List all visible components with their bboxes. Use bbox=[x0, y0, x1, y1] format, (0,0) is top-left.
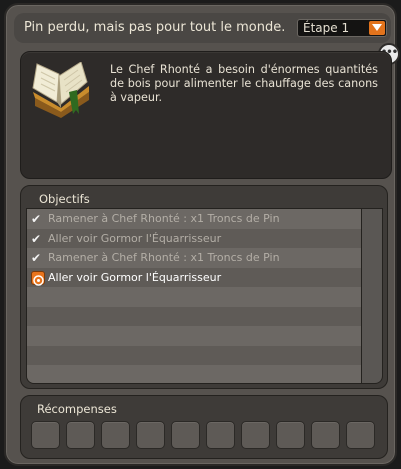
objective-row: ✔ Ramener à Chef Rhonté : x1 Troncs de P… bbox=[27, 209, 361, 229]
step-dropdown-value: Étape 1 bbox=[303, 21, 350, 35]
objective-label: Ramener à Chef Rhonté : x1 Troncs de Pin bbox=[48, 212, 280, 225]
objective-label: Aller voir Gormor l'Équarrisseur bbox=[48, 231, 222, 245]
open-book-icon bbox=[32, 62, 89, 118]
reward-slot[interactable] bbox=[31, 421, 60, 449]
objective-row: ✔ Aller voir Gormor l'Équarrisseur bbox=[27, 228, 361, 248]
reward-slot[interactable] bbox=[241, 421, 270, 449]
reward-slots bbox=[31, 421, 375, 449]
reward-slot[interactable] bbox=[311, 421, 340, 449]
reward-slot[interactable] bbox=[136, 421, 165, 449]
objective-row-empty bbox=[27, 365, 361, 383]
objectives-list: ✔ Ramener à Chef Rhonté : x1 Troncs de P… bbox=[26, 208, 362, 384]
target-icon[interactable] bbox=[31, 270, 45, 286]
quest-description-box: Le Chef Rhonté a besoin d'énormes quanti… bbox=[20, 51, 392, 179]
objective-row-empty bbox=[27, 287, 361, 307]
quest-description-text: Le Chef Rhonté a besoin d'énormes quanti… bbox=[110, 63, 378, 104]
dropdown-arrow-icon[interactable] bbox=[369, 21, 385, 35]
reward-slot[interactable] bbox=[206, 421, 235, 449]
objective-label: Ramener à Chef Rhonté : x1 Troncs de Pin bbox=[48, 251, 280, 264]
objective-label: Aller voir Gormor l'Équarrisseur bbox=[48, 270, 222, 284]
quest-title: Pin perdu, mais pas pour tout le monde. bbox=[24, 20, 286, 35]
reward-slot[interactable] bbox=[66, 421, 95, 449]
objective-row-empty bbox=[27, 306, 361, 326]
reward-slot[interactable] bbox=[171, 421, 200, 449]
reward-slot[interactable] bbox=[276, 421, 305, 449]
check-icon: ✔ bbox=[31, 231, 42, 246]
objective-row-empty bbox=[27, 326, 361, 346]
objectives-panel: Objectifs ✔ Ramener à Chef Rhonté : x1 T… bbox=[20, 185, 388, 389]
step-dropdown[interactable]: Étape 1 bbox=[297, 19, 387, 37]
check-icon: ✔ bbox=[31, 251, 42, 265]
objectives-title: Objectifs bbox=[39, 192, 90, 206]
objective-row-empty bbox=[27, 345, 361, 365]
check-icon: ✔ bbox=[31, 212, 42, 226]
reward-slot[interactable] bbox=[346, 421, 375, 449]
rewards-panel: Récompenses bbox=[20, 395, 388, 459]
reward-slot[interactable] bbox=[101, 421, 130, 449]
objective-row: Aller voir Gormor l'Équarrisseur bbox=[27, 267, 361, 287]
quest-panel: Pin perdu, mais pas pour tout le monde. … bbox=[4, 3, 400, 466]
rewards-title: Récompenses bbox=[37, 402, 117, 416]
objective-row: ✔ Ramener à Chef Rhonté : x1 Troncs de P… bbox=[27, 248, 361, 268]
objectives-scrollbar[interactable] bbox=[362, 208, 383, 384]
quest-header: Pin perdu, mais pas pour tout le monde. … bbox=[14, 13, 391, 43]
